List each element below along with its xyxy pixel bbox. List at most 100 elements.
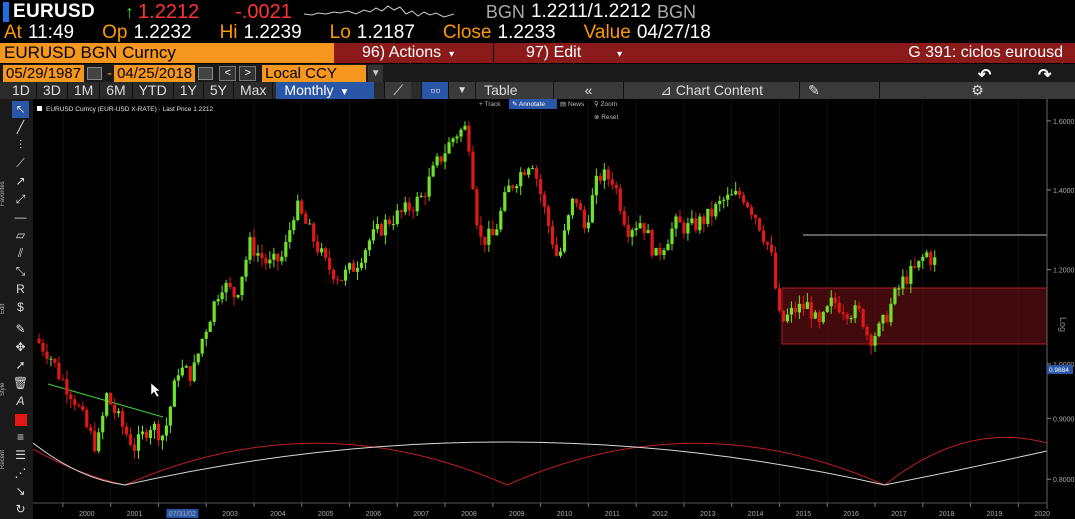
line-chart-icon[interactable]: ⟋ <box>384 82 412 99</box>
horizontal-line-icon[interactable]: — <box>12 209 29 226</box>
table-button[interactable]: Table <box>475 82 554 99</box>
candle-up <box>849 318 853 320</box>
candle-up <box>654 247 658 256</box>
candle-up <box>519 172 523 187</box>
edit-pencil-icon[interactable]: ✎ <box>799 82 880 99</box>
candle-down <box>264 258 268 264</box>
period-6m[interactable]: 6M <box>100 82 133 99</box>
regression-icon[interactable]: R <box>12 281 29 298</box>
currency-select[interactable]: Local CCY <box>262 64 367 82</box>
candle-up <box>853 305 857 319</box>
candle-down <box>85 409 89 428</box>
period-1y[interactable]: 1Y <box>174 82 204 99</box>
value-label: Value <box>583 22 631 43</box>
chart-type-dropdown-icon[interactable]: ▼ <box>448 82 476 99</box>
start-calendar-icon[interactable] <box>87 66 103 80</box>
candle-down <box>113 404 117 414</box>
candle-down <box>598 175 602 181</box>
actions-menu[interactable]: 96) Actions ▾ <box>334 43 494 63</box>
close-label: Close <box>442 22 492 43</box>
candle-up <box>117 411 121 414</box>
line-style-icon[interactable]: ☰ <box>12 447 29 464</box>
candle-up <box>435 156 439 166</box>
price-chart[interactable]: 1.60001.40001.20001.00000.90000.8000 200… <box>32 99 1075 519</box>
y-tick-label: 1.6000 <box>1053 119 1075 126</box>
ray-icon[interactable]: ↗ <box>12 173 29 190</box>
candle-up <box>531 168 535 170</box>
dash-style-icon[interactable]: ⋰ <box>12 465 29 482</box>
candle-down <box>57 362 61 380</box>
candle-down <box>483 236 487 245</box>
candle-up <box>921 256 925 261</box>
extended-line-icon[interactable]: ⤢ <box>12 191 29 208</box>
x-tick-label: 2009 <box>509 511 525 518</box>
candle-up <box>463 125 467 130</box>
pencil-icon[interactable]: ✎ <box>12 321 29 338</box>
candle-down <box>252 237 256 256</box>
high-value: 1.2239 <box>243 22 302 43</box>
candle-up <box>240 276 244 296</box>
title-bar: EURUSD BGN Curncy 96) Actions ▾ 97) Edit ▾… <box>0 43 1075 63</box>
candle-up <box>594 175 598 196</box>
candle-down <box>351 263 356 272</box>
candle-up <box>204 331 208 339</box>
arrow-style-icon[interactable]: ↘ <box>12 483 29 500</box>
cycle-arc-white <box>124 441 885 486</box>
frequency-select[interactable]: Monthly ▼ <box>276 82 375 99</box>
start-date-field[interactable]: 05/29/1987 <box>3 64 85 82</box>
candle-up <box>296 200 300 221</box>
text-tool-icon[interactable]: A <box>12 393 29 410</box>
candle-type-icon[interactable]: ▫▫ <box>421 82 449 99</box>
trendline-icon[interactable]: ⟋ <box>12 155 29 172</box>
parallel-icon[interactable]: ⫽ <box>12 245 29 262</box>
at-value: 11:49 <box>27 22 75 43</box>
chart-canvas[interactable]: 1.60001.40001.20001.00000.90000.8000 200… <box>32 99 1075 519</box>
candle-down <box>109 393 113 405</box>
end-date-field[interactable]: 04/25/2018 <box>114 64 196 82</box>
settings-gear-icon[interactable]: ⚙ <box>879 82 1075 99</box>
chevron-right-icon[interactable]: > <box>239 65 257 81</box>
measure-icon[interactable]: ⤡ <box>12 263 29 280</box>
edit-menu[interactable]: 97) Edit ▾ <box>494 43 644 63</box>
candle-down <box>546 206 551 227</box>
period-bar: 1D 3D 1M 6M YTD 1Y 5Y Max Monthly ▼ ⟋ ▫▫ … <box>0 82 1075 99</box>
intraday-sparkline <box>303 5 454 18</box>
candle-down <box>128 434 133 445</box>
period-3d[interactable]: 3D <box>37 82 68 99</box>
line-weight-icon[interactable]: ≡ <box>12 429 29 446</box>
fib-icon[interactable]: ⫶ <box>12 137 29 154</box>
candle-down <box>742 195 746 203</box>
end-calendar-icon[interactable] <box>198 66 214 80</box>
move-icon[interactable]: ✥ <box>12 339 29 356</box>
ticker-symbol[interactable]: EURUSD <box>13 1 95 23</box>
cursor-icon[interactable]: ↖ <box>12 101 29 118</box>
date-range-bar: 05/29/1987 - 04/25/2018 < > Local CCY ▼ … <box>0 64 1075 84</box>
period-ytd[interactable]: YTD <box>133 82 174 99</box>
candle-down <box>710 208 714 217</box>
candle-down <box>523 172 527 175</box>
period-1m[interactable]: 1M <box>68 82 101 99</box>
track-button: + Track <box>479 101 501 108</box>
frequency-dropdown-icon: ▼ <box>339 87 350 98</box>
period-1d[interactable]: 1D <box>0 82 37 99</box>
security-title[interactable]: EURUSD BGN Curncy <box>0 43 334 63</box>
candle-down <box>228 282 232 288</box>
edit-side-label: Edit <box>0 303 6 315</box>
candle-up <box>212 301 216 322</box>
chevron-left-icon[interactable]: < <box>219 65 237 81</box>
select-icon[interactable]: ➚ <box>12 357 29 374</box>
trash-icon[interactable]: 🗑 <box>12 375 29 392</box>
collapse-icon[interactable]: « <box>553 82 624 99</box>
period-max[interactable]: Max <box>234 82 274 99</box>
channel-icon[interactable]: ▱ <box>12 227 29 244</box>
refresh-icon[interactable]: ↻ <box>12 501 29 518</box>
pen-icon[interactable]: ╱ <box>12 119 29 136</box>
currency-dropdown-icon[interactable]: ▼ <box>368 64 384 82</box>
chart-name[interactable]: G 391: ciclos eurousd <box>644 43 1075 63</box>
dollar-icon[interactable]: $ <box>12 299 29 316</box>
period-5y[interactable]: 5Y <box>204 82 234 99</box>
color-swatch-icon[interactable] <box>12 411 29 428</box>
chart-content-button[interactable]: ⊿ Chart Content <box>623 82 800 99</box>
candle-down <box>606 169 610 180</box>
log-axis-label: Log <box>1058 317 1068 332</box>
